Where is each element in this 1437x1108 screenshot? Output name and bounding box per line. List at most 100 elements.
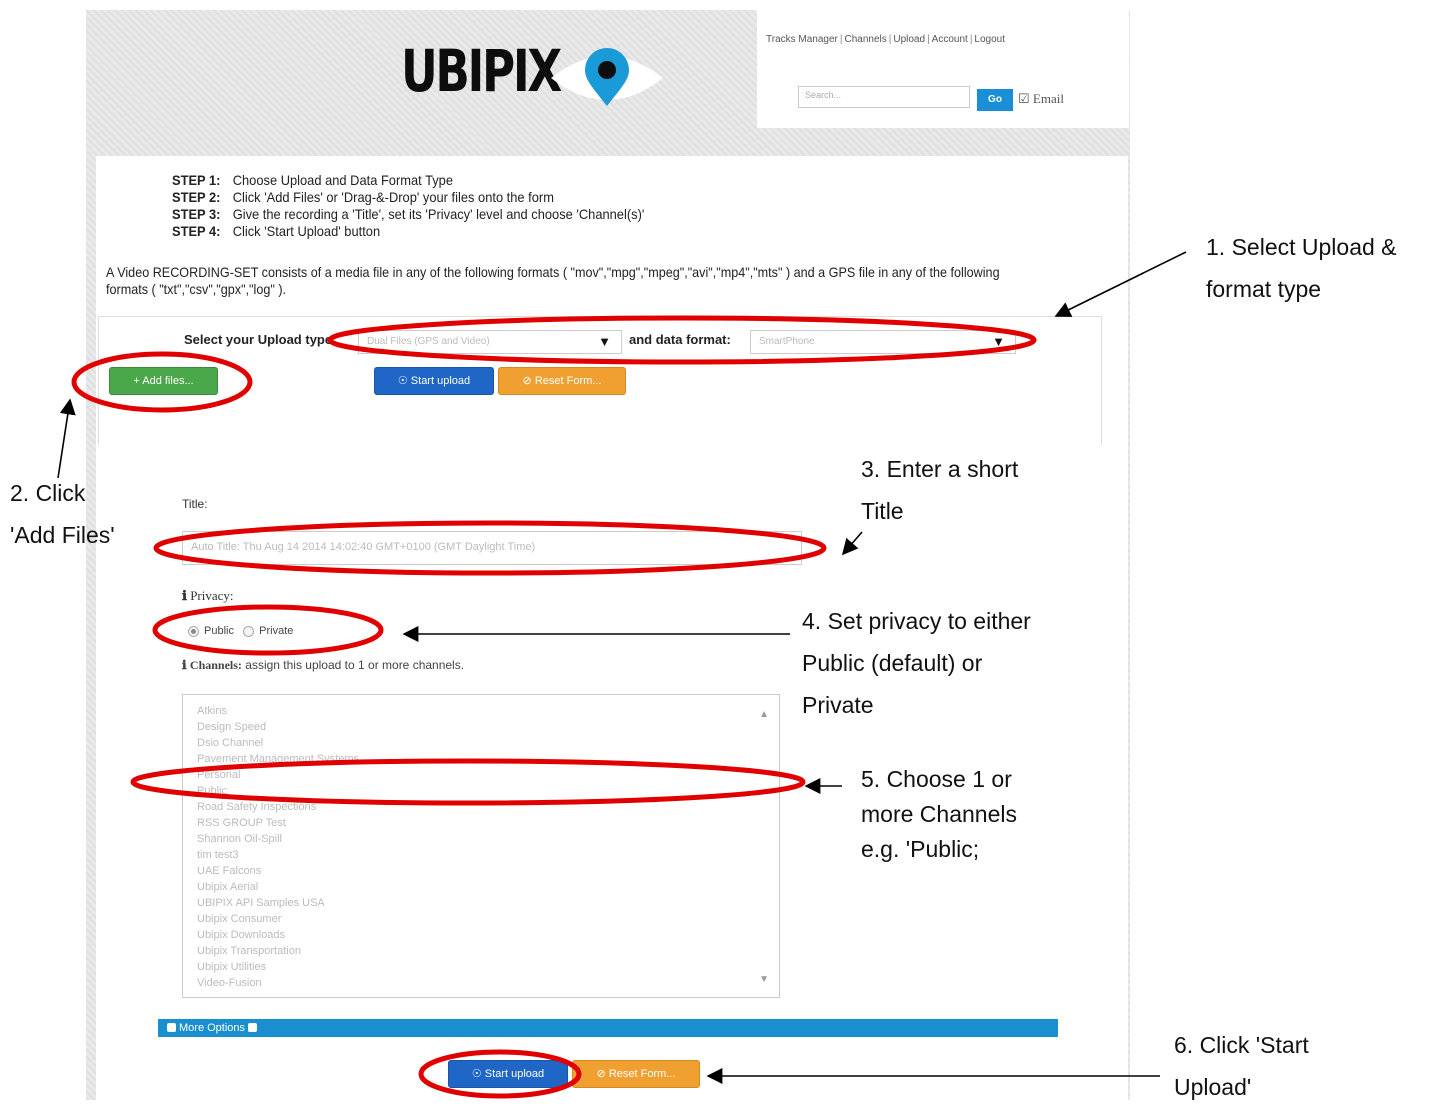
step-text: Click 'Start Upload' button (232, 223, 381, 239)
channel-option[interactable]: Road Safety Inspections (197, 799, 359, 815)
nav-logout[interactable]: Logout (974, 34, 1005, 45)
steps-list: STEP 1: Choose Upload and Data Format Typ… (172, 172, 644, 240)
step-text: Choose Upload and Data Format Type (232, 172, 454, 188)
channel-option[interactable]: tim test3 (197, 847, 359, 863)
upload-type-value: Dual Files (GPS and Video) (367, 336, 490, 347)
title-label: Title: (182, 497, 208, 511)
callout-line: more Channels (861, 801, 1017, 827)
scroll-up-icon[interactable]: ▲ (759, 709, 769, 720)
callout-line: 1. Select Upload & (1206, 234, 1397, 260)
channel-option[interactable]: Ubipix Downloads (197, 927, 359, 943)
channel-option[interactable]: Personal (197, 767, 359, 783)
privacy-public-label: Public (204, 625, 234, 637)
channel-option[interactable]: RSS GROUP Test (197, 815, 359, 831)
channel-option[interactable]: Public (197, 783, 359, 799)
upload-icon: ☉ (397, 375, 408, 387)
reset-form-button-bottom[interactable]: ⊘ Reset Form... (572, 1060, 700, 1088)
privacy-options: Public Private (188, 625, 293, 637)
step-number: STEP 1: (172, 172, 221, 188)
channel-multiselect[interactable]: Atkins Design Speed Dsio Channel Pavement M… (182, 694, 780, 998)
step-text: Click 'Add Files' or 'Drag-&-Drop' your … (232, 189, 554, 205)
callout-line: Title (861, 498, 904, 524)
add-files-button[interactable]: + Add files... (109, 367, 218, 395)
step-row: STEP 3: Give the recording a 'Title', set… (172, 206, 644, 223)
privacy-private-label: Private (259, 625, 294, 637)
upload-type-select[interactable]: Dual Files (GPS and Video) ▼ (358, 330, 622, 354)
start-upload-button-bottom[interactable]: ☉ Start upload (448, 1060, 568, 1088)
step-row: STEP 2: Click 'Add Files' or 'Drag-&-Drop… (172, 189, 644, 206)
nav-channels[interactable]: Channels (844, 34, 886, 45)
scroll-down-icon[interactable]: ▼ (759, 974, 769, 985)
callout-line: 4. Set privacy to either (802, 608, 1031, 634)
go-button[interactable]: Go (977, 89, 1013, 111)
channel-option[interactable]: Shannon Oil-Spill (197, 831, 359, 847)
reset-form-label: Reset Form... (608, 1068, 676, 1080)
channel-option[interactable]: Ubipix Transportation (197, 943, 359, 959)
reset-form-button[interactable]: ⊘ Reset Form... (498, 367, 626, 395)
channel-option[interactable]: Video-Fusion (197, 975, 359, 991)
step-number: STEP 3: (172, 206, 221, 222)
step-number: STEP 2: (172, 189, 221, 205)
channel-option[interactable]: Dsio Channel (197, 735, 359, 751)
start-upload-label: Start upload (410, 375, 471, 387)
channel-option[interactable]: UBIPIX API Samples USA (197, 895, 359, 911)
title-input[interactable]: Auto Title: Thu Aug 14 2014 14:02:40 GMT… (182, 531, 802, 565)
info-icon: ℹ (182, 658, 187, 672)
more-options-label: More Options (179, 1022, 246, 1034)
header-nav-panel (757, 10, 1129, 128)
dropdown-caret-icon: ▼ (992, 334, 1005, 349)
data-format-label: and data format: (629, 332, 731, 347)
callout-3: 3. Enter a short Title (861, 448, 1018, 532)
reset-icon: ⊘ (596, 1068, 606, 1080)
top-nav: Tracks Manager | Channels | Upload | Account | L… (766, 34, 1006, 45)
channels-hint: assign this upload to 1 or more channels… (245, 658, 465, 672)
channel-items: Atkins Design Speed Dsio Channel Pavement M… (197, 703, 359, 991)
nav-upload[interactable]: Upload (893, 34, 925, 45)
step-number: STEP 4: (172, 223, 221, 239)
callout-1: 1. Select Upload & format type (1206, 226, 1397, 310)
callout-5: 5. Choose 1 or more Channels e.g. 'Public; (861, 762, 1017, 867)
callout-line: 2. Click (10, 480, 86, 506)
arrow-2 (57, 398, 76, 479)
more-options-bar[interactable]: More Options (158, 1019, 1058, 1037)
data-format-value: SmartPhone (759, 336, 815, 347)
privacy-public-radio[interactable] (188, 625, 199, 637)
format-description: A Video RECORDING-SET consists of a medi… (106, 264, 1000, 297)
nav-tracks-manager[interactable]: Tracks Manager (766, 34, 838, 45)
callout-line: e.g. 'Public; (861, 836, 980, 862)
callout-4: 4. Set privacy to either Public (default)… (802, 600, 1031, 726)
callout-line: 6. Click 'Start (1174, 1032, 1309, 1058)
channels-label-text: Channels: (189, 658, 242, 672)
channel-option[interactable]: UAE Falcons (197, 863, 359, 879)
reset-form-label: Reset Form... (534, 375, 602, 387)
eye-pin-logo-icon (551, 48, 663, 106)
channels-label: ℹ Channels: assign this upload to 1 or m… (182, 658, 464, 673)
channel-option[interactable]: Pavement Management Systems (197, 751, 359, 767)
channel-option[interactable]: Atkins (197, 703, 359, 719)
info-icon: ℹ (182, 588, 187, 603)
upload-type-label: Select your Upload type: (184, 332, 337, 347)
callout-line: Private (802, 692, 874, 718)
channel-option[interactable]: Ubipix Consumer (197, 911, 359, 927)
callout-line: Public (default) or (802, 650, 983, 676)
expand-icon (248, 1022, 258, 1032)
email-link[interactable]: ☑ Email (1018, 91, 1064, 107)
search-input[interactable]: Search... (798, 86, 970, 108)
start-upload-button[interactable]: ☉ Start upload (374, 367, 494, 395)
privacy-label: ℹ Privacy: (182, 588, 234, 604)
channel-option[interactable]: Ubipix Aerial (197, 879, 359, 895)
reset-icon: ⊘ (522, 375, 532, 387)
channel-option[interactable]: Design Speed (197, 719, 359, 735)
callout-2: 2. Click 'Add Files' (10, 472, 150, 556)
channel-option[interactable]: Ubipix Utilities (197, 959, 359, 975)
callout-6: 6. Click 'Start Upload' (1174, 1024, 1309, 1108)
nav-account[interactable]: Account (932, 34, 968, 45)
callout-line: 'Add Files' (10, 522, 115, 548)
expand-icon (167, 1022, 176, 1032)
step-text: Give the recording a 'Title', set its 'P… (232, 206, 645, 222)
privacy-private-radio[interactable] (243, 625, 255, 637)
dropdown-caret-icon: ▼ (598, 334, 611, 349)
callout-line: 3. Enter a short (861, 456, 1019, 482)
data-format-select[interactable]: SmartPhone ▼ (750, 330, 1016, 354)
checkbox-icon: ☑ (1018, 91, 1030, 106)
